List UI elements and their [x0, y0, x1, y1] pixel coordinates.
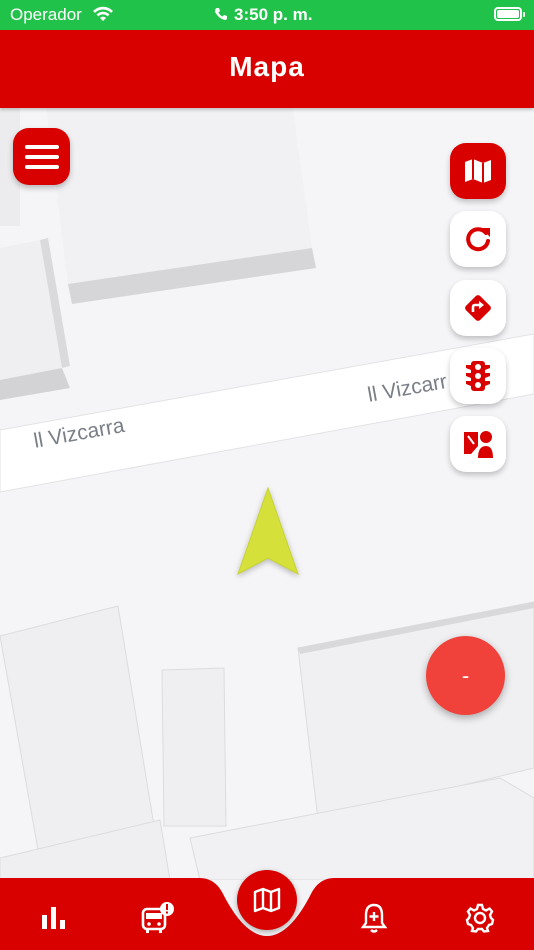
- phone-icon: [215, 8, 227, 20]
- tab-notifications[interactable]: [350, 894, 398, 942]
- clock: 3:50 p. m.: [214, 5, 312, 25]
- map-layers-button[interactable]: [450, 143, 506, 199]
- carrier-name: Operador: [10, 5, 82, 24]
- wifi-icon: [92, 5, 114, 28]
- location-arrow-icon: [237, 486, 299, 576]
- zoom-out-button[interactable]: -: [426, 636, 505, 715]
- clock-text: 3:50 p. m.: [234, 5, 313, 24]
- tab-settings[interactable]: [456, 894, 504, 942]
- report-icon: [464, 431, 493, 458]
- battery-icon: [494, 7, 525, 21]
- menu-icon: [24, 144, 59, 169]
- report-button[interactable]: [450, 416, 506, 472]
- refresh-button[interactable]: [450, 211, 506, 267]
- map-icon: [465, 159, 491, 183]
- gear-icon: [465, 903, 495, 933]
- bar-chart-icon: [42, 907, 65, 929]
- directions-icon: [465, 295, 491, 321]
- tab-bus-alert[interactable]: [134, 894, 182, 942]
- status-bar: Operador 3:50 p. m.: [0, 0, 534, 30]
- bell-plus-icon: [360, 903, 388, 933]
- tab-stats[interactable]: [30, 894, 78, 942]
- traffic-light-icon: [466, 361, 490, 391]
- bus-alert-icon: [141, 902, 174, 933]
- app-header: Mapa: [0, 30, 534, 108]
- tab-map[interactable]: [237, 870, 297, 930]
- directions-button[interactable]: [450, 280, 506, 336]
- page-title: Mapa: [229, 51, 305, 82]
- menu-button[interactable]: [13, 128, 70, 185]
- map-icon: [253, 887, 281, 913]
- refresh-icon: [466, 227, 490, 252]
- traffic-button[interactable]: [450, 348, 506, 404]
